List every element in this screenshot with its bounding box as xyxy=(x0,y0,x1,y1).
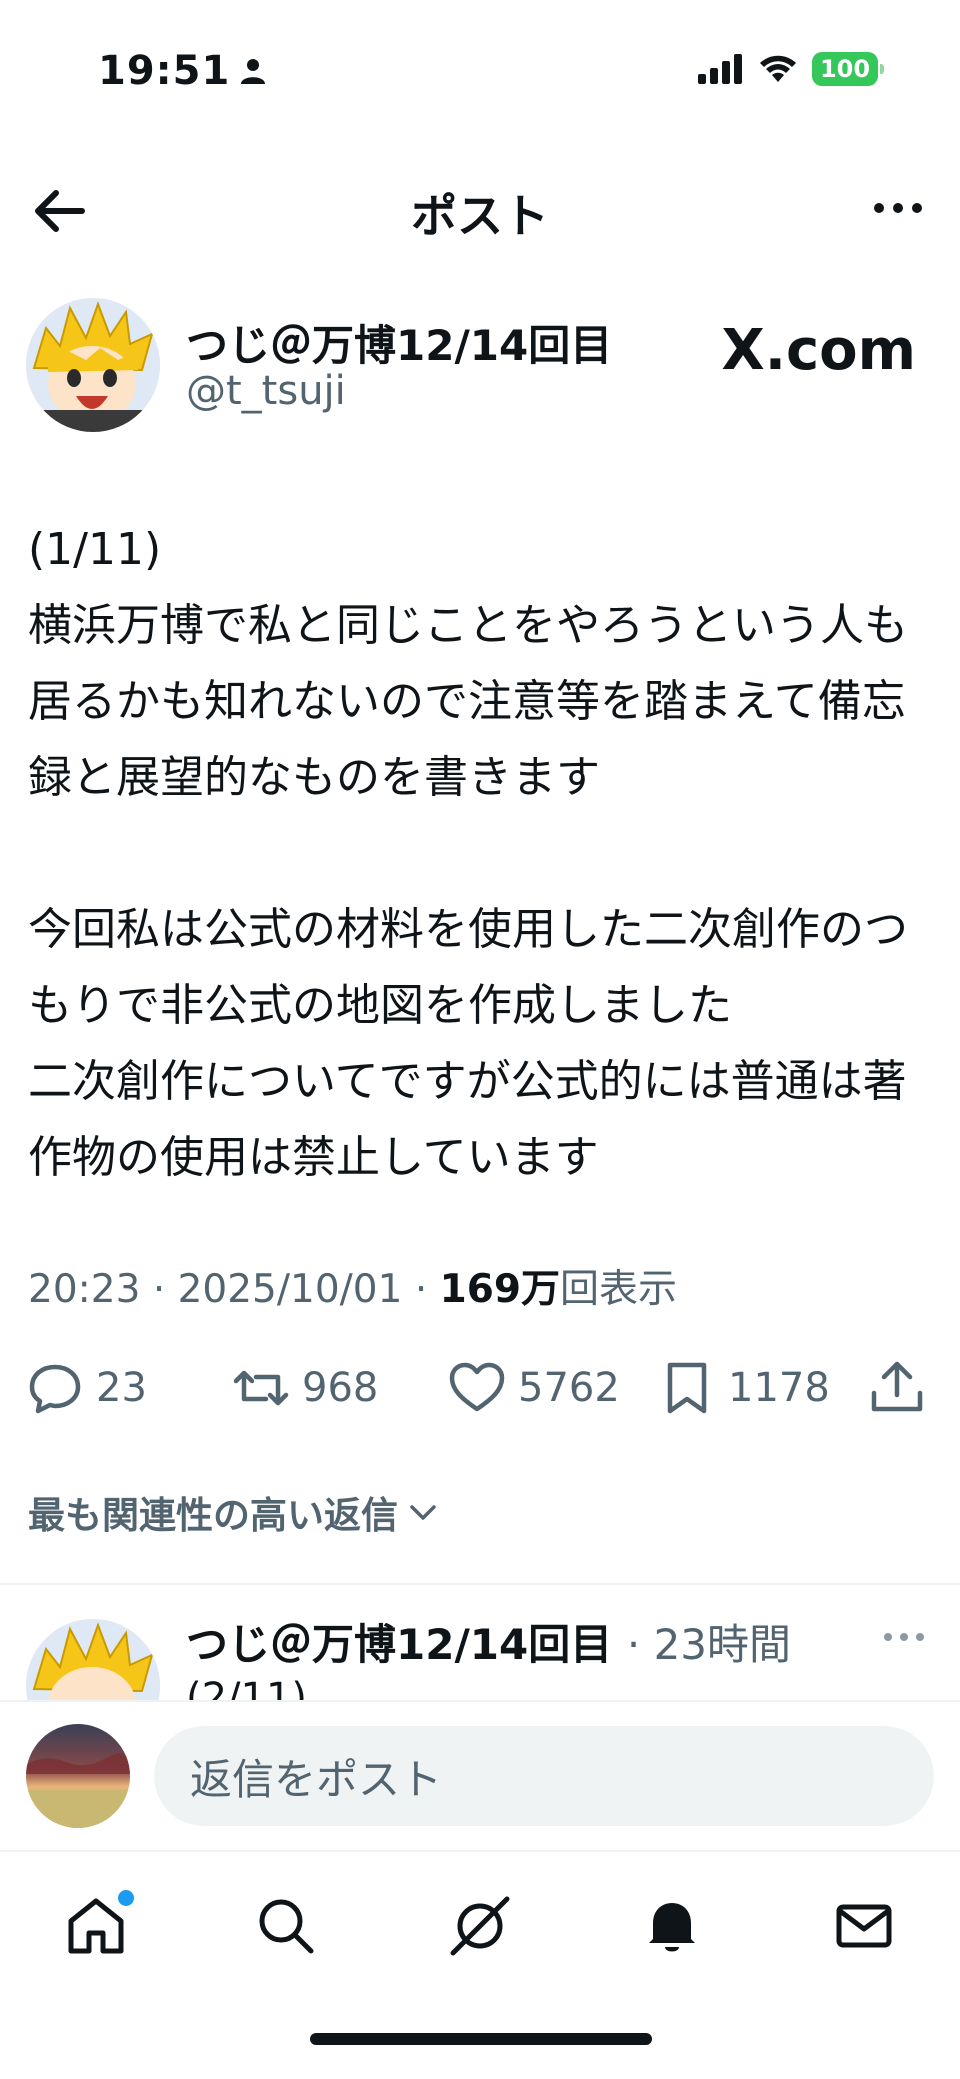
repost-icon xyxy=(233,1370,289,1406)
search-icon xyxy=(259,1899,314,1954)
home-indicator xyxy=(310,2033,652,2045)
bell-icon xyxy=(649,1903,695,1952)
reply-time: · 23時間 xyxy=(626,1620,792,1669)
post-author: つじ＠万博12/14回目 @t_tsuji X.com xyxy=(26,298,936,438)
like-count: 5762 xyxy=(518,1365,620,1411)
repost-button[interactable]: 968 xyxy=(232,1356,378,1420)
reply-text: (2/11) xyxy=(186,1675,308,1700)
author-name[interactable]: つじ＠万博12/14回目 xyxy=(186,312,612,373)
tab-home[interactable] xyxy=(56,1886,136,1966)
home-notification-dot xyxy=(118,1890,134,1906)
bookmark-button[interactable]: 1178 xyxy=(658,1356,830,1420)
heart-icon xyxy=(449,1362,505,1412)
post-time: 20:23 xyxy=(28,1267,141,1312)
reply-sort-selector[interactable]: 最も関連性の高い返信 xyxy=(28,1485,438,1539)
page-title: ポスト xyxy=(411,189,549,243)
reply-item[interactable]: つじ＠万博12/14回目 · 23時間 (2/11) xyxy=(0,1583,960,1700)
user-avatar-image xyxy=(26,1724,130,1828)
post-meta: 20:23 · 2025/10/01 · 169万回表示 xyxy=(28,1267,678,1312)
top-header: ポスト xyxy=(0,170,960,250)
reply-input-placeholder: 返信をポスト xyxy=(190,1754,443,1804)
battery-indicator: 100 xyxy=(812,52,884,86)
xcom-logo: X.com xyxy=(722,318,916,383)
action-bar: 23 968 5762 1178 xyxy=(26,1356,936,1420)
reply-compose-bar: 返信をポスト xyxy=(0,1700,960,1850)
view-label: 回表示 xyxy=(560,1267,678,1312)
grok-icon xyxy=(450,1896,510,1956)
signal-icon xyxy=(698,54,742,84)
post-body: (1/11) 横浜万博で私と同じことをやろうという人も居るかも知れないので注意等… xyxy=(28,524,908,1183)
chevron-down-icon xyxy=(410,1505,436,1520)
status-bar: 19:51 100 xyxy=(0,0,960,130)
like-button[interactable]: 5762 xyxy=(448,1356,620,1420)
reply-more-icon[interactable] xyxy=(884,1633,924,1641)
post-date: 2025/10/01 xyxy=(177,1267,403,1312)
share-icon xyxy=(871,1361,923,1412)
avatar-image xyxy=(26,298,160,432)
wifi-icon xyxy=(760,55,796,82)
reply-icon xyxy=(29,1364,81,1414)
avatar[interactable] xyxy=(26,298,160,432)
reply-avatar-image xyxy=(26,1619,160,1700)
reply-button[interactable]: 23 xyxy=(26,1356,147,1420)
tab-search[interactable] xyxy=(246,1886,326,1966)
sort-label: 最も関連性の高い返信 xyxy=(28,1494,398,1537)
repost-count: 968 xyxy=(302,1365,379,1411)
more-options-icon[interactable] xyxy=(864,188,932,228)
bookmark-icon xyxy=(667,1362,707,1414)
reply-count: 23 xyxy=(96,1365,147,1411)
status-time: 19:51 xyxy=(98,48,266,94)
share-button[interactable] xyxy=(868,1356,926,1420)
person-icon xyxy=(241,59,266,84)
mail-icon xyxy=(836,1904,892,1948)
user-avatar[interactable] xyxy=(26,1724,130,1828)
battery-level: 100 xyxy=(819,55,871,83)
author-handle[interactable]: @t_tsuji xyxy=(186,368,346,414)
tab-notifications[interactable] xyxy=(632,1886,712,1966)
reply-author: つじ＠万博12/14回目 · 23時間 xyxy=(186,1611,791,1672)
reply-author-name[interactable]: つじ＠万博12/14回目 xyxy=(186,1620,612,1669)
tab-grok[interactable] xyxy=(440,1886,520,1966)
tab-messages[interactable] xyxy=(824,1886,904,1966)
status-time-text: 19:51 xyxy=(98,48,231,94)
reply-avatar[interactable] xyxy=(26,1619,160,1700)
bottom-tab-bar xyxy=(0,1850,960,2079)
view-count: 169万 xyxy=(439,1267,561,1312)
status-indicators: 100 xyxy=(698,52,884,86)
bookmark-count: 1178 xyxy=(728,1365,830,1411)
reply-input[interactable]: 返信をポスト xyxy=(154,1726,934,1826)
xcom-logo-text: X.com xyxy=(721,318,916,383)
